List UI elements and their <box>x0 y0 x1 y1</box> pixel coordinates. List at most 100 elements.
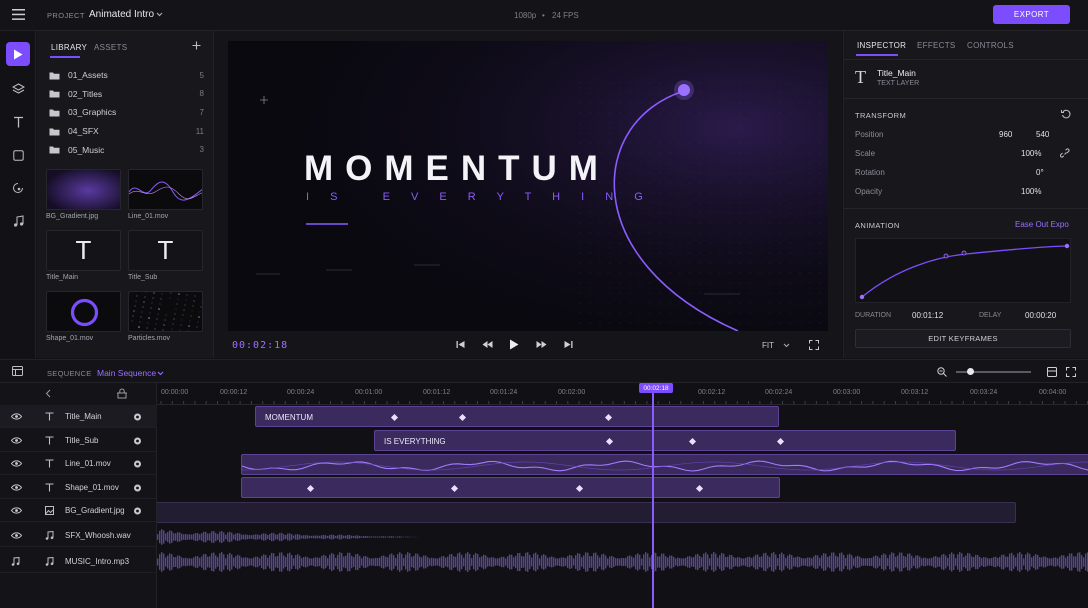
tab-inspector[interactable]: INSPECTOR <box>857 41 906 50</box>
keyframe-diamond[interactable] <box>605 437 614 446</box>
reset-icon[interactable] <box>1061 109 1071 119</box>
track-row[interactable]: MUSIC_Intro.mp3 <box>0 550 157 573</box>
tab-controls[interactable]: CONTROLS <box>967 41 1014 50</box>
collapse-icon[interactable] <box>45 389 51 398</box>
visibility-eye-icon[interactable] <box>11 484 22 491</box>
visibility-eye-icon[interactable] <box>11 507 22 514</box>
sfx-waveform[interactable] <box>157 525 1088 549</box>
fit-timeline-icon[interactable] <box>1047 367 1057 377</box>
waveform-bar <box>157 558 159 566</box>
chevron-down-icon[interactable] <box>156 12 163 17</box>
asset-card[interactable]: T Title_Main <box>46 230 122 281</box>
keyframe-diamond[interactable] <box>604 413 613 422</box>
folder-item[interactable]: 02_Titles 8 <box>49 85 204 103</box>
track-toggle-icon[interactable] <box>133 460 142 468</box>
track-row[interactable]: SFX_Whoosh.wav <box>0 524 157 547</box>
fit-chevron-icon[interactable] <box>783 343 790 348</box>
easing-dropdown[interactable]: Ease Out Expo <box>1015 220 1069 229</box>
tab-effects[interactable]: EFFECTS <box>917 41 956 50</box>
visibility-eye-icon[interactable] <box>11 413 22 420</box>
clip-line[interactable] <box>241 454 1088 475</box>
preview-canvas[interactable]: MOMENTUM I S E V E R Y T H I N G <box>228 41 828 331</box>
music-track-icon[interactable] <box>11 557 20 566</box>
visibility-eye-icon[interactable] <box>11 437 22 444</box>
add-icon[interactable] <box>192 41 201 50</box>
sequence-dropdown[interactable]: Main Sequence <box>97 368 156 378</box>
folder-item[interactable]: 01_Assets 5 <box>49 66 204 84</box>
keyframe-diamond[interactable] <box>450 484 459 493</box>
sequence-chevron-icon[interactable] <box>157 371 164 376</box>
folder-item[interactable]: 03_Graphics 7 <box>49 103 204 121</box>
rotation-field[interactable]: 0° <box>1036 168 1044 177</box>
timeline-area[interactable]: 00:00:00 00:00:12 00:00:24 00:01:00 00:01:12… <box>157 383 1088 608</box>
visibility-eye-icon[interactable] <box>11 532 22 539</box>
folder-item[interactable]: 04_SFX 11 <box>49 122 204 140</box>
easing-curve-graph[interactable] <box>855 238 1071 303</box>
asset-card[interactable]: Particles.mov <box>128 291 204 342</box>
keyframe-diamond[interactable] <box>695 484 704 493</box>
duration-field[interactable]: 00:01:12 <box>912 311 943 320</box>
folder-item[interactable]: 05_Music 3 <box>49 141 204 159</box>
track-toggle-icon[interactable] <box>133 413 142 421</box>
expand-timeline-icon[interactable] <box>1066 367 1076 377</box>
fit-dropdown[interactable]: FIT <box>762 341 774 350</box>
scale-field[interactable]: 100% <box>1021 149 1041 158</box>
clip-bg-gradient[interactable] <box>157 502 1016 523</box>
music-waveform[interactable] <box>157 550 1088 574</box>
keyframe-diamond[interactable] <box>575 484 584 493</box>
keyframe-diamond[interactable] <box>688 437 697 446</box>
time-ruler[interactable]: 00:00:00 00:00:12 00:00:24 00:01:00 00:01:12… <box>157 383 1088 405</box>
link-icon[interactable] <box>1060 148 1071 158</box>
keyframe-diamond[interactable] <box>776 437 785 446</box>
playhead-line[interactable] <box>652 393 654 608</box>
track-toggle-icon[interactable] <box>133 484 142 492</box>
lock-all-icon[interactable] <box>117 388 127 399</box>
opacity-field[interactable]: 100% <box>1021 187 1041 196</box>
clip-title-main[interactable]: MOMENTUM <box>255 406 779 427</box>
clip-title-sub[interactable]: IS EVERYTHING <box>374 430 956 451</box>
track-row[interactable]: Title_Sub <box>0 429 157 452</box>
keyframe-diamond[interactable] <box>390 413 399 422</box>
project-name[interactable]: Animated Intro <box>89 9 154 20</box>
text-tool-icon[interactable] <box>6 110 30 134</box>
visibility-eye-icon[interactable] <box>11 460 22 467</box>
timeline-settings-icon[interactable] <box>12 366 23 376</box>
fast-forward-icon[interactable] <box>536 340 547 349</box>
waveform-bar <box>377 536 379 538</box>
menu-icon[interactable] <box>12 9 25 20</box>
edit-keyframes-button[interactable]: EDIT KEYFRAMES <box>855 329 1071 348</box>
shape-tool-icon[interactable] <box>6 143 30 167</box>
delay-field[interactable]: 00:00:20 <box>1025 311 1056 320</box>
asset-card[interactable]: T Title_Sub <box>128 230 204 281</box>
zoom-icon[interactable] <box>937 367 947 377</box>
play-tool-icon[interactable] <box>6 42 30 66</box>
track-toggle-icon[interactable] <box>133 437 142 445</box>
clip-shape[interactable] <box>241 477 780 498</box>
music-icon[interactable] <box>6 209 30 233</box>
fullscreen-icon[interactable] <box>809 340 819 350</box>
play-icon[interactable] <box>509 339 519 350</box>
position-y-field[interactable]: 540 <box>1036 130 1049 139</box>
skip-start-icon[interactable] <box>456 340 465 349</box>
zoom-slider-handle[interactable] <box>967 368 974 375</box>
skip-end-icon[interactable] <box>564 340 573 349</box>
layers-icon[interactable] <box>6 77 30 101</box>
track-toggle-icon[interactable] <box>133 507 142 515</box>
asset-card[interactable]: BG_Gradient.jpg <box>46 169 122 220</box>
rewind-icon[interactable] <box>482 340 493 349</box>
keyframe-diamond[interactable] <box>306 484 315 493</box>
track-row[interactable]: Shape_01.mov <box>0 476 157 499</box>
position-x-field[interactable]: 960 <box>999 130 1012 139</box>
waveform-bar <box>697 553 699 571</box>
track-row[interactable]: BG_Gradient.jpg <box>0 499 157 522</box>
asset-card[interactable]: Shape_01.mov <box>46 291 122 342</box>
track-row[interactable]: Line_01.mov <box>0 452 157 475</box>
tab-assets[interactable]: ASSETS <box>94 43 127 52</box>
effects-icon[interactable] <box>6 176 30 200</box>
keyframe-diamond[interactable] <box>458 413 467 422</box>
playhead-label[interactable]: 00:02:18 <box>639 383 673 393</box>
export-button[interactable]: EXPORT <box>993 5 1070 24</box>
track-row[interactable]: Title_Main <box>0 405 157 428</box>
asset-card[interactable]: Line_01.mov <box>128 169 204 220</box>
tab-library[interactable]: LIBRARY <box>51 43 87 52</box>
